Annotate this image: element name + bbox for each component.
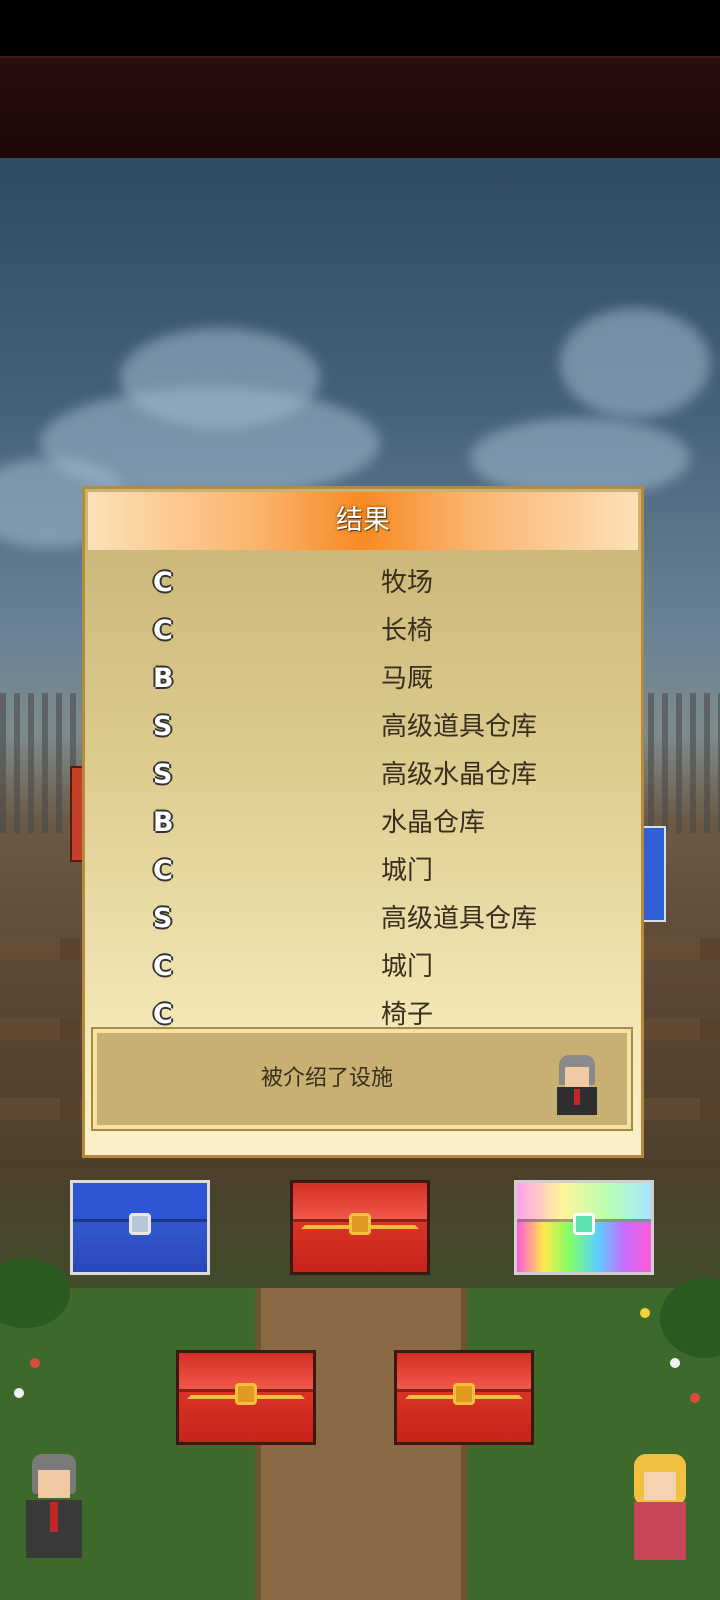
facility-name: 水晶仓库 <box>381 808 486 838</box>
status-bar <box>0 0 720 56</box>
top-header-band <box>0 56 720 160</box>
message-text: 被介绍了设施 <box>260 1066 393 1091</box>
advisor-portrait-icon <box>555 1055 599 1115</box>
result-row: C 城门 <box>85 943 641 991</box>
red-treasure-chest[interactable] <box>394 1350 534 1445</box>
rank-label: S <box>153 759 173 790</box>
flower <box>690 1393 700 1403</box>
facility-name: 牧场 <box>381 568 434 598</box>
rank-label: S <box>153 711 173 742</box>
dialog-title: 结果 <box>88 492 638 550</box>
rank-label: C <box>153 855 173 886</box>
facility-name: 城门 <box>381 856 434 886</box>
message-box[interactable]: 被介绍了设施 <box>93 1029 631 1129</box>
player-character-left <box>18 1448 88 1558</box>
facility-name: 马厩 <box>381 664 434 694</box>
result-row: B 水晶仓库 <box>85 799 641 847</box>
npc-character-right <box>624 1450 694 1560</box>
red-treasure-chest[interactable] <box>176 1350 316 1445</box>
rank-label: B <box>153 663 174 694</box>
rank-label: S <box>153 903 173 934</box>
rank-label: C <box>153 951 173 982</box>
flower <box>640 1308 650 1318</box>
cloud <box>120 328 320 428</box>
facility-name: 高级道具仓库 <box>381 712 538 742</box>
result-row: B 马厩 <box>85 655 641 703</box>
result-row: S 高级道具仓库 <box>85 703 641 751</box>
rank-label: B <box>153 807 174 838</box>
facility-name: 长椅 <box>381 616 434 646</box>
flower <box>14 1388 24 1398</box>
facility-name: 城门 <box>381 952 434 982</box>
cloud <box>560 308 710 418</box>
result-row: S 高级道具仓库 <box>85 895 641 943</box>
flower <box>30 1358 40 1368</box>
facility-name: 高级水晶仓库 <box>381 760 538 790</box>
results-dialog: 结果 C 牧场 C 长椅 B 马厩 S 高级道具仓库 S 高级水晶仓库 B 水晶仓库 C 城门… <box>82 486 644 1158</box>
result-row: S 高级水晶仓库 <box>85 751 641 799</box>
rank-label: C <box>153 567 173 598</box>
red-treasure-chest[interactable] <box>290 1180 430 1275</box>
results-list: C 牧场 C 长椅 B 马厩 S 高级道具仓库 S 高级水晶仓库 B 水晶仓库 C 城门 S 高… <box>85 559 641 1039</box>
facility-name: 高级道具仓库 <box>381 904 538 934</box>
blue-treasure-chest[interactable] <box>70 1180 210 1275</box>
result-row: C 城门 <box>85 847 641 895</box>
result-row: C 长椅 <box>85 607 641 655</box>
flower <box>670 1358 680 1368</box>
result-row: C 牧场 <box>85 559 641 607</box>
rank-label: C <box>153 615 173 646</box>
rainbow-treasure-chest[interactable] <box>514 1180 654 1275</box>
